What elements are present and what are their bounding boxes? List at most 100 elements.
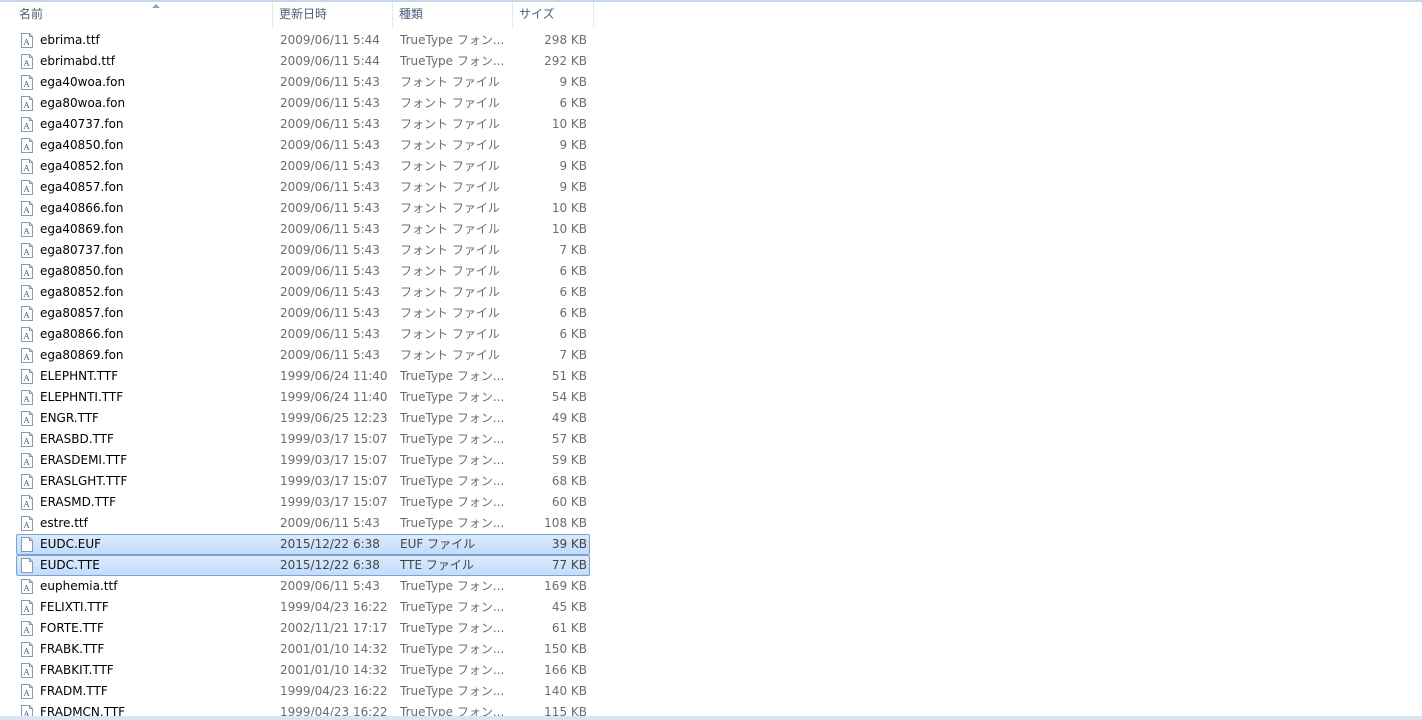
file-size: 115 KB (544, 705, 587, 716)
file-name: ega40850.fon (40, 138, 124, 152)
file-type: TrueType フォン... (400, 684, 505, 698)
file-date: 2009/06/11 5:43 (280, 222, 380, 236)
file-size: 166 KB (544, 663, 587, 677)
file-type: TrueType フォン... (400, 390, 505, 404)
file-type: フォント ファイル (400, 327, 500, 341)
font-file-icon: A (20, 264, 34, 279)
file-row[interactable]: A FRABK.TTF 2001/01/10 14:32 TrueType フォン..… (16, 639, 590, 660)
file-type: フォント ファイル (400, 243, 500, 257)
file-type: TrueType フォン... (400, 705, 505, 716)
font-file-icon: A (20, 684, 34, 699)
file-row[interactable]: EUDC.TTE 2015/12/22 6:38 TTE ファイル 77 KB (16, 555, 590, 576)
file-type: TrueType フォン... (400, 516, 505, 530)
file-type: TrueType フォン... (400, 642, 505, 656)
file-row[interactable]: Aega80857.fon 2009/06/11 5:43 フォント ファイル 6 K… (16, 303, 590, 324)
file-name: ega40woa.fon (40, 75, 126, 89)
file-name: FELIXTI.TTF (40, 600, 109, 614)
file-row[interactable]: A FRADM.TTF 1999/04/23 16:22 TrueType フォン..… (16, 681, 590, 702)
blank-file-icon (20, 558, 34, 573)
file-type: TrueType フォン... (400, 621, 505, 635)
file-type: フォント ファイル (400, 264, 500, 278)
file-date: 1999/06/24 11:40 (280, 369, 388, 383)
svg-text:A: A (23, 647, 30, 656)
column-header-type[interactable]: 種類 (393, 2, 513, 27)
file-name: ega40857.fon (40, 180, 124, 194)
file-row[interactable]: Aega80737.fon 2009/06/11 5:43 フォント ファイル 7 K… (16, 240, 590, 261)
font-file-icon: A (20, 474, 34, 489)
file-size: 57 KB (551, 432, 587, 446)
file-size: 9 KB (559, 75, 587, 89)
column-header-size-label: サイズ (519, 7, 555, 21)
file-row[interactable]: A FRADMCN.TTF 1999/04/23 16:22 TrueType フォン… (16, 702, 590, 716)
file-row[interactable]: Aega80869.fon 2009/06/11 5:43 フォント ファイル 7 K… (16, 345, 590, 366)
file-row[interactable]: Aega40737.fon 2009/06/11 5:43 フォント ファイル 10 … (16, 114, 590, 135)
file-date: 2009/06/11 5:43 (280, 117, 380, 131)
file-name: ERASMD.TTF (40, 495, 117, 509)
file-size: 59 KB (551, 453, 587, 467)
file-size: 9 KB (559, 138, 587, 152)
file-size: 169 KB (544, 579, 587, 593)
file-row[interactable]: Aega40852.fon 2009/06/11 5:43 フォント ファイル 9 K… (16, 156, 590, 177)
file-type: フォント ファイル (400, 348, 500, 362)
file-row[interactable]: A ELEPHNT.TTF 1999/06/24 11:40 TrueType フォン… (16, 366, 590, 387)
file-row[interactable]: Aega80852.fon 2009/06/11 5:43 フォント ファイル 6 K… (16, 282, 590, 303)
file-name: ENGR.TTF (40, 411, 99, 425)
file-row[interactable]: Aega40869.fon 2009/06/11 5:43 フォント ファイル 10 … (16, 219, 590, 240)
font-file-icon: A (20, 663, 34, 678)
file-row[interactable]: EUDC.EUF 2015/12/22 6:38 EUF ファイル 39 KB (16, 534, 590, 555)
file-row[interactable]: Aebrimabd.ttf 2009/06/11 5:44 TrueType フォン… (16, 51, 590, 72)
file-row[interactable]: A ERASBD.TTF 1999/03/17 15:07 TrueType フォン.… (16, 429, 590, 450)
file-row[interactable]: Aega80850.fon 2009/06/11 5:43 フォント ファイル 6 K… (16, 261, 590, 282)
svg-text:A: A (23, 353, 30, 362)
file-row[interactable]: Aeuphemia.ttf 2009/06/11 5:43 TrueType フォン… (16, 576, 590, 597)
file-list[interactable]: Aebrima.ttf 2009/06/11 5:44 TrueType フォン..… (0, 30, 1422, 716)
file-row[interactable]: Aega40857.fon 2009/06/11 5:43 フォント ファイル 9 K… (16, 177, 590, 198)
file-row[interactable]: A ELEPHNTI.TTF 1999/06/24 11:40 TrueType フォ… (16, 387, 590, 408)
file-type: TrueType フォン... (400, 453, 505, 467)
file-row[interactable]: Aega40woa.fon 2009/06/11 5:43 フォント ファイル 9 K… (16, 72, 590, 93)
file-row[interactable]: A FRABKIT.TTF 2001/01/10 14:32 TrueType フォン… (16, 660, 590, 681)
file-name: FRABK.TTF (40, 642, 105, 656)
column-header-name[interactable]: 名前 (13, 2, 273, 27)
svg-text:A: A (23, 374, 30, 383)
column-header-bar: 名前 更新日時 種類 サイズ (0, 2, 1422, 27)
svg-text:A: A (23, 101, 30, 110)
file-row[interactable]: A ERASLGHT.TTF 1999/03/17 15:07 TrueType フォ… (16, 471, 590, 492)
file-type: TrueType フォン... (400, 432, 505, 446)
file-type: TrueType フォン... (400, 369, 505, 383)
horizontal-scrollbar-edge (0, 716, 1422, 720)
file-row[interactable]: A FORTE.TTF 2002/11/21 17:17 TrueType フォン..… (16, 618, 590, 639)
column-header-date[interactable]: 更新日時 (273, 2, 393, 27)
file-row[interactable]: Aestre.ttf 2009/06/11 5:43 TrueType フォン...… (16, 513, 590, 534)
svg-text:A: A (23, 500, 30, 509)
font-file-icon: A (20, 642, 34, 657)
file-row[interactable]: A FELIXTI.TTF 1999/04/23 16:22 TrueType フォン… (16, 597, 590, 618)
file-row[interactable]: A ENGR.TTF 1999/06/25 12:23 TrueType フォン...… (16, 408, 590, 429)
file-row[interactable]: Aega80866.fon 2009/06/11 5:43 フォント ファイル 6 K… (16, 324, 590, 345)
file-size: 10 KB (551, 222, 587, 236)
file-name: ega40852.fon (40, 159, 124, 173)
file-row[interactable]: A ERASDEMI.TTF 1999/03/17 15:07 TrueType フォ… (16, 450, 590, 471)
svg-text:A: A (23, 584, 30, 593)
svg-text:A: A (23, 248, 30, 257)
file-row[interactable]: A ERASMD.TTF 1999/03/17 15:07 TrueType フォン.… (16, 492, 590, 513)
file-name: ega80850.fon (40, 264, 124, 278)
file-row[interactable]: Aebrima.ttf 2009/06/11 5:44 TrueType フォン..… (16, 30, 590, 51)
file-size: 298 KB (544, 33, 587, 47)
font-file-icon: A (20, 411, 34, 426)
file-size: 6 KB (559, 285, 587, 299)
file-row[interactable]: Aega80woa.fon 2009/06/11 5:43 フォント ファイル 6 K… (16, 93, 590, 114)
file-size: 7 KB (559, 243, 587, 257)
column-header-size[interactable]: サイズ (513, 2, 594, 27)
file-date: 1999/04/23 16:22 (280, 705, 388, 716)
font-file-icon: A (20, 201, 34, 216)
file-row[interactable]: Aega40866.fon 2009/06/11 5:43 フォント ファイル 10 … (16, 198, 590, 219)
file-size: 49 KB (551, 411, 587, 425)
file-date: 1999/04/23 16:22 (280, 684, 388, 698)
file-name: ega80869.fon (40, 348, 124, 362)
file-size: 54 KB (551, 390, 587, 404)
file-size: 108 KB (544, 516, 587, 530)
file-size: 150 KB (544, 642, 587, 656)
file-row[interactable]: Aega40850.fon 2009/06/11 5:43 フォント ファイル 9 K… (16, 135, 590, 156)
file-name: ega80857.fon (40, 306, 124, 320)
